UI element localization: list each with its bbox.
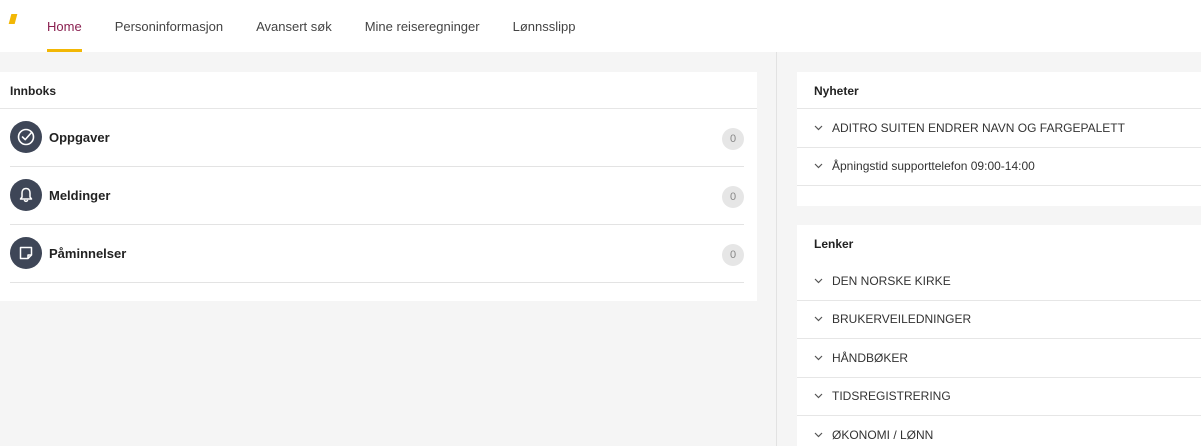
nav-mine-reiseregninger[interactable]: Mine reiseregninger [365,0,480,52]
nav-avansert-sok[interactable]: Avansert søk [256,0,332,52]
news-item[interactable]: ADITRO SUITEN ENDRER NAVN OG FARGEPALETT [797,109,1201,148]
nav-personinformasjon[interactable]: Personinformasjon [115,0,223,52]
link-item-label: DEN NORSKE KIRKE [832,273,951,288]
inbox-row-label: Påminnelser [49,246,127,261]
chevron-down-icon [814,125,824,131]
top-navigation-bar: Home Personinformasjon Avansert søk Mine… [0,0,1201,52]
news-panel: Nyheter ADITRO SUITEN ENDRER NAVN OG FAR… [797,72,1201,206]
inbox-row-meldinger[interactable]: Meldinger 0 [10,167,744,225]
inbox-row-paminnelser[interactable]: Påminnelser 0 [10,225,744,283]
inbox-row-label: Oppgaver [49,130,110,145]
link-item-label: TIDSREGISTRERING [832,389,951,404]
inbox-panel: Innboks Oppgaver 0 Meldinger 0 Påminnels… [0,72,757,301]
link-item[interactable]: TIDSREGISTRERING [797,378,1201,416]
chevron-down-icon [814,432,824,438]
inbox-row-oppgaver[interactable]: Oppgaver 0 [10,109,744,167]
link-item[interactable]: BRUKERVEILEDNINGER [797,301,1201,339]
news-item-label: Åpningstid supporttelefon 09:00-14:00 [832,159,1035,174]
count-badge: 0 [722,244,744,266]
count-badge: 0 [722,186,744,208]
nav-lonnsslipp[interactable]: Lønnsslipp [513,0,576,52]
bell-icon [10,179,42,211]
logo-mark[interactable] [8,14,18,24]
check-circle-icon [10,121,42,153]
link-item-label: BRUKERVEILEDNINGER [832,312,972,327]
news-title: Nyheter [797,72,1201,109]
links-title: Lenker [814,237,854,251]
chevron-down-icon [814,393,824,399]
main-nav: Home Personinformasjon Avansert søk Mine… [47,0,608,52]
count-badge: 0 [722,128,744,150]
sticky-note-icon [10,237,42,269]
links-panel: Lenker DEN NORSKE KIRKE BRUKERVEILEDNING… [797,225,1201,446]
column-divider [776,52,777,446]
chevron-down-icon [814,278,824,284]
inbox-title: Innboks [0,72,757,109]
news-item[interactable]: Åpningstid supporttelefon 09:00-14:00 [797,148,1201,186]
chevron-down-icon [814,355,824,361]
chevron-down-icon [814,316,824,322]
news-item-label: ADITRO SUITEN ENDRER NAVN OG FARGEPALETT [832,120,1125,135]
link-item[interactable]: HÅNDBØKER [797,339,1201,378]
chevron-down-icon [814,163,824,169]
link-item-label: ØKONOMI / LØNN [832,428,934,443]
link-item[interactable]: ØKONOMI / LØNN [797,416,1201,446]
link-item-label: HÅNDBØKER [832,350,909,365]
link-item[interactable]: DEN NORSKE KIRKE [797,262,1201,301]
inbox-row-label: Meldinger [49,188,111,203]
nav-home[interactable]: Home [47,0,82,52]
